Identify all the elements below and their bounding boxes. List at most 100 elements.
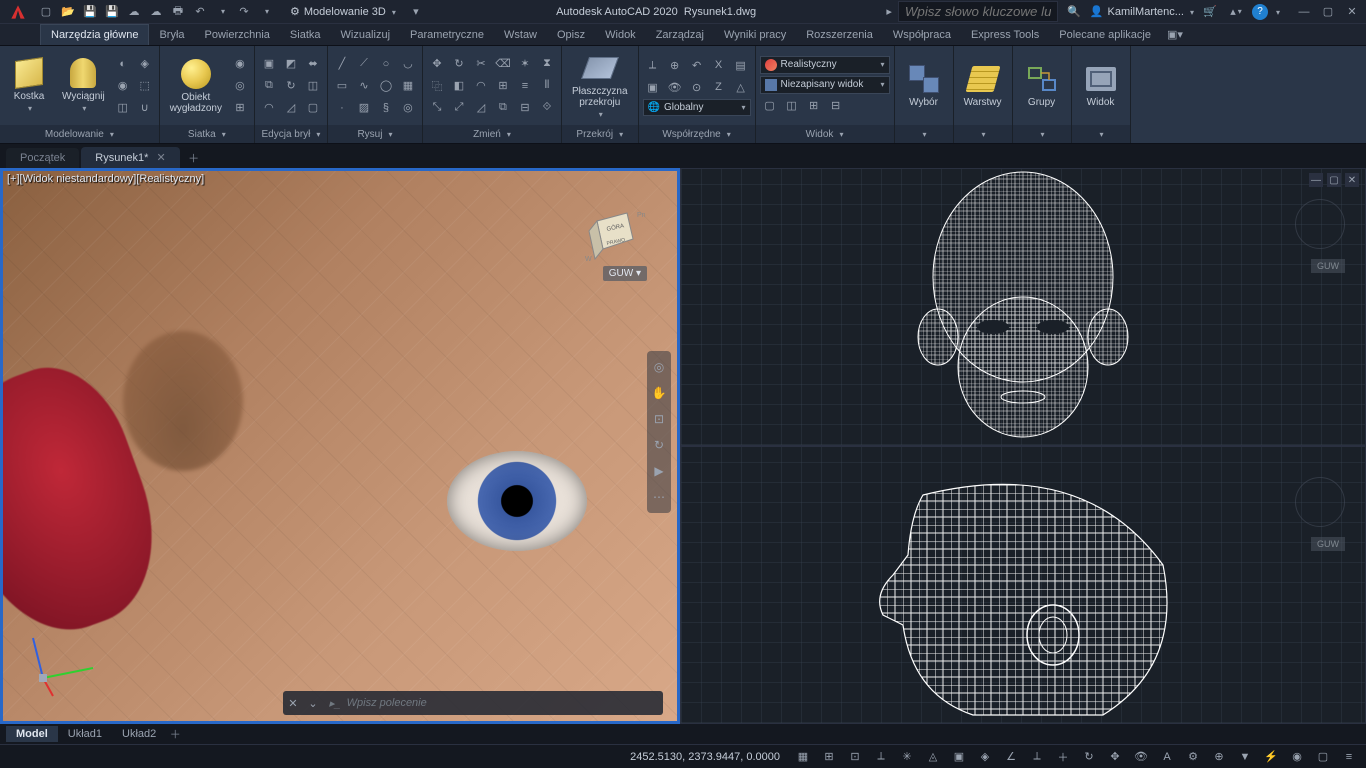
- sweep-icon[interactable]: ◉: [113, 76, 133, 96]
- command-input[interactable]: ▸_ Wpisz polecenie: [323, 697, 663, 710]
- offset-icon[interactable]: ⧉: [493, 98, 513, 118]
- gizmo-toggle[interactable]: ✥: [1104, 747, 1126, 767]
- ucs-z-icon[interactable]: Z: [709, 77, 729, 97]
- cart-icon[interactable]: 🛒: [1200, 2, 1220, 22]
- stretch-icon[interactable]: ⤡: [427, 98, 447, 118]
- presspull-icon[interactable]: ⬚: [135, 76, 155, 96]
- app-menu-button[interactable]: [4, 0, 32, 24]
- ortho-toggle[interactable]: ⟂: [870, 747, 892, 767]
- ribbon-tab-mesh[interactable]: Siatka: [280, 25, 331, 45]
- 3darray-icon[interactable]: ⊟: [515, 98, 535, 118]
- annotation-visibility-icon[interactable]: 👁: [1130, 747, 1152, 767]
- ucs-world-icon[interactable]: ⊕: [665, 55, 685, 75]
- workspace-dropdown[interactable]: ⚙ Modelowanie 3D: [284, 3, 402, 20]
- 3dmove-icon[interactable]: ⟐: [537, 98, 557, 118]
- three-vp-icon[interactable]: ⊞: [804, 96, 824, 116]
- qat-share-icon[interactable]: ▾: [406, 2, 426, 22]
- panel-section-title[interactable]: Przekrój: [562, 125, 638, 143]
- qat-undo-dropdown[interactable]: [212, 2, 232, 22]
- 3dalign-icon[interactable]: ⫴: [537, 76, 557, 96]
- viewcube[interactable]: Pn W GÓRA PRAWO: [577, 201, 647, 271]
- explode-icon[interactable]: ✶: [515, 54, 535, 74]
- ribbon-tab-collab[interactable]: Współpraca: [883, 25, 961, 45]
- qat-undo-icon[interactable]: ↶: [190, 2, 210, 22]
- fillet-icon[interactable]: ◠: [471, 76, 491, 96]
- groups-button[interactable]: Grupy: [1017, 61, 1067, 110]
- spline-icon[interactable]: ∿: [354, 76, 374, 96]
- hatch-icon[interactable]: ▦: [398, 76, 418, 96]
- shell-icon[interactable]: ▢: [303, 98, 323, 118]
- single-vp-icon[interactable]: ▢: [760, 96, 780, 116]
- panel-draw-title[interactable]: Rysuj: [328, 125, 422, 143]
- polyline-icon[interactable]: ⟋: [354, 54, 374, 74]
- ribbon-tab-surface[interactable]: Powierzchnia: [195, 25, 280, 45]
- vp-restore-icon[interactable]: ▢: [1327, 173, 1341, 187]
- annotation-monitor-icon[interactable]: ⊕: [1208, 747, 1230, 767]
- file-tab-drawing[interactable]: Rysunek1* ✕: [81, 147, 179, 168]
- ucs-origin-icon[interactable]: ⊙: [687, 77, 707, 97]
- box-button[interactable]: Kostka: [4, 55, 54, 116]
- pan-icon[interactable]: ✋: [647, 381, 671, 405]
- ribbon-tab-visualize[interactable]: Wizualizuj: [331, 25, 401, 45]
- qat-redo-icon[interactable]: ↷: [234, 2, 254, 22]
- panel-modeling-title[interactable]: Modelowanie: [0, 125, 159, 143]
- extrude-button[interactable]: Wyciągnij: [56, 55, 111, 116]
- qat-print-icon[interactable]: 🖶: [168, 2, 188, 22]
- ucs-x-icon[interactable]: X: [709, 55, 729, 75]
- erase-icon[interactable]: ⌫: [493, 54, 513, 74]
- mirror3d-icon[interactable]: ⧗: [537, 54, 557, 74]
- union-icon[interactable]: ∪: [135, 98, 155, 118]
- viewcube-ucs-label[interactable]: GUW ▾: [603, 266, 647, 281]
- qat-new-icon[interactable]: ▢: [36, 2, 56, 22]
- move-icon[interactable]: ✥: [427, 54, 447, 74]
- ribbon-tab-express[interactable]: Express Tools: [961, 25, 1049, 45]
- steering-wheel-icon[interactable]: ◎: [647, 355, 671, 379]
- panel-solidedit-title[interactable]: Edycja brył: [255, 125, 327, 143]
- search-icon[interactable]: 🔍: [1064, 2, 1084, 22]
- ucs-3point-icon[interactable]: △: [731, 77, 751, 97]
- annotation-scale-icon[interactable]: A: [1156, 747, 1178, 767]
- point-icon[interactable]: ·: [332, 98, 352, 118]
- ribbon-tab-output[interactable]: Wyniki pracy: [714, 25, 796, 45]
- panel-coords-title[interactable]: Współrzędne: [639, 125, 755, 143]
- helix-icon[interactable]: §: [376, 98, 396, 118]
- qat-cloud-open-icon[interactable]: ☁: [124, 2, 144, 22]
- loft-icon[interactable]: ◈: [135, 54, 155, 74]
- face-taper-icon[interactable]: ◩: [281, 54, 301, 74]
- add-layout-button[interactable]: ＋: [166, 725, 184, 743]
- help-icon[interactable]: ?: [1252, 4, 1268, 20]
- ucs-named-icon[interactable]: ▤: [731, 55, 751, 75]
- rotate-icon[interactable]: ↻: [449, 54, 469, 74]
- guw-label-top[interactable]: GUW: [1311, 259, 1345, 273]
- coordinates-display[interactable]: 2452.5130, 2373.9447, 0.0000: [630, 751, 780, 763]
- polysolid-icon[interactable]: ◫: [113, 98, 133, 118]
- panel-view-expand[interactable]: [1072, 125, 1130, 143]
- dynamic-input-toggle[interactable]: ＋: [1052, 747, 1074, 767]
- model-tab[interactable]: Model: [6, 726, 58, 742]
- ribbon-tab-manage[interactable]: Zarządzaj: [646, 25, 714, 45]
- ellipse-icon[interactable]: ◯: [376, 76, 396, 96]
- ucs-view-icon[interactable]: 👁: [665, 77, 685, 97]
- qat-save-icon[interactable]: 💾: [80, 2, 100, 22]
- polar-toggle[interactable]: ✳: [896, 747, 918, 767]
- refine-mesh-icon[interactable]: ⊞: [230, 98, 250, 118]
- minimize-button[interactable]: —: [1294, 2, 1314, 22]
- ribbon-tab-overflow[interactable]: ▣▾: [1161, 24, 1189, 45]
- panel-viewstyle-title[interactable]: Widok: [756, 125, 894, 143]
- viewport-controls-label[interactable]: [+][Widok niestandardowy][Realistyczny]: [7, 173, 204, 185]
- navbar-expand-icon[interactable]: ⋯: [647, 485, 671, 509]
- layout2-tab[interactable]: Układ2: [112, 726, 166, 742]
- layout1-tab[interactable]: Układ1: [58, 726, 112, 742]
- clean-screen-icon[interactable]: ▢: [1312, 747, 1334, 767]
- section-plane-button[interactable]: Płaszczyzna przekroju: [566, 50, 634, 122]
- viewport-bottom-right[interactable]: GUW: [680, 446, 1366, 724]
- qat-cloud-save-icon[interactable]: ☁: [146, 2, 166, 22]
- view-button[interactable]: Widok: [1076, 61, 1126, 110]
- isolate-objects-icon[interactable]: ◉: [1286, 747, 1308, 767]
- isodraft-toggle[interactable]: ◬: [922, 747, 944, 767]
- file-tab-start[interactable]: Początek: [6, 148, 79, 168]
- ucs-face-icon[interactable]: ▣: [643, 77, 663, 97]
- ribbon-tab-insert[interactable]: Wstaw: [494, 25, 547, 45]
- visual-style-selector[interactable]: Realistyczny: [760, 56, 890, 74]
- face-move-icon[interactable]: ⬌: [303, 54, 323, 74]
